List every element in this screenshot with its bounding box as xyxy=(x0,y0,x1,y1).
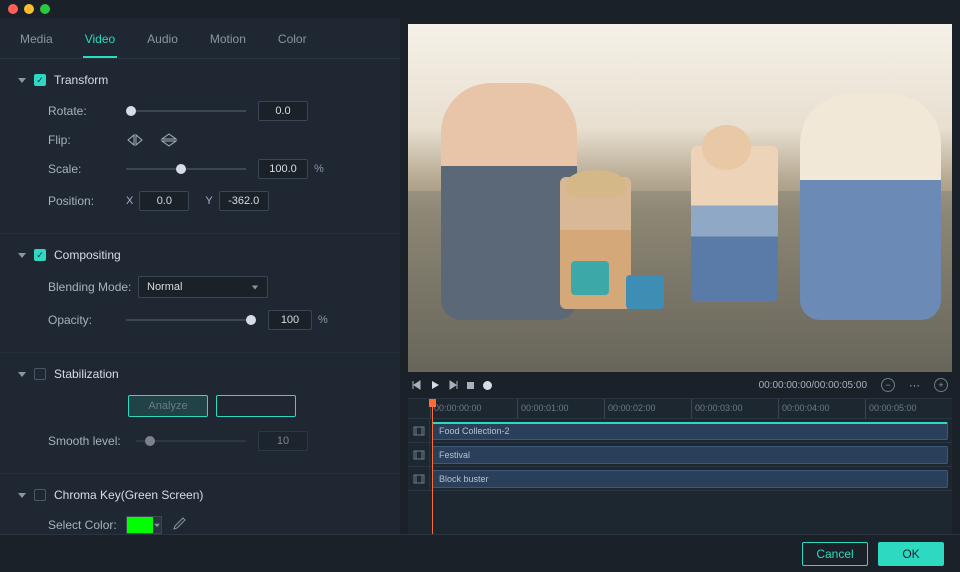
chroma-title: Chroma Key(Green Screen) xyxy=(54,488,203,502)
film-icon xyxy=(408,443,430,466)
position-y-field[interactable] xyxy=(219,191,269,211)
timeline-track[interactable]: Food Collection-2 xyxy=(408,419,952,443)
dialog-footer: Cancel OK xyxy=(0,534,960,572)
playhead[interactable] xyxy=(432,399,433,534)
ruler-tick: 00:00:04:00 xyxy=(778,399,865,418)
flip-vertical-icon[interactable] xyxy=(160,133,178,147)
rotate-label: Rotate: xyxy=(48,104,126,118)
section-chroma-key: Chroma Key(Green Screen) Select Color: O… xyxy=(0,474,400,534)
tab-audio[interactable]: Audio xyxy=(145,26,180,58)
flip-horizontal-icon[interactable] xyxy=(126,133,144,147)
ruler-tick: 00:00:01:00 xyxy=(517,399,604,418)
scale-slider[interactable] xyxy=(126,162,246,176)
stabilization-checkbox[interactable] xyxy=(34,368,46,380)
opacity-field[interactable] xyxy=(268,310,312,330)
timeline-clip[interactable]: Food Collection-2 xyxy=(432,422,948,440)
scale-field[interactable] xyxy=(258,159,308,179)
record-icon[interactable] xyxy=(483,381,492,390)
cancel-button[interactable]: Cancel xyxy=(802,542,868,566)
transform-title: Transform xyxy=(54,73,108,87)
window-minimize-button[interactable] xyxy=(24,4,34,14)
position-label: Position: xyxy=(48,194,126,208)
position-x-field[interactable] xyxy=(139,191,189,211)
next-frame-icon[interactable] xyxy=(448,380,458,390)
compositing-checkbox[interactable] xyxy=(34,249,46,261)
ruler-tick: 00:00:00:00 xyxy=(430,399,517,418)
tab-media[interactable]: Media xyxy=(18,26,55,58)
timeline[interactable]: 00:00:00:0000:00:01:0000:00:02:0000:00:0… xyxy=(408,398,952,534)
tab-color[interactable]: Color xyxy=(276,26,309,58)
chevron-down-icon[interactable] xyxy=(18,493,26,498)
color-swatch[interactable] xyxy=(126,516,162,534)
blending-label: Blending Mode: xyxy=(48,280,138,294)
timeline-clip[interactable]: Festival xyxy=(432,446,948,464)
ruler-tick: 00:00:02:00 xyxy=(604,399,691,418)
opacity-label: Opacity: xyxy=(48,313,126,327)
rotate-field[interactable] xyxy=(258,101,308,121)
tab-motion[interactable]: Motion xyxy=(208,26,248,58)
prev-frame-icon[interactable] xyxy=(412,380,422,390)
smooth-label: Smooth level: xyxy=(48,434,136,448)
zoom-out-icon[interactable]: − xyxy=(881,378,895,392)
chevron-down-icon[interactable] xyxy=(18,253,26,258)
rotate-slider[interactable] xyxy=(126,104,246,118)
chroma-checkbox[interactable] xyxy=(34,489,46,501)
properties-panel: Media Video Audio Motion Color Transform… xyxy=(0,18,400,534)
ok-button[interactable]: OK xyxy=(878,542,944,566)
ruler-tick: 00:00:03:00 xyxy=(691,399,778,418)
flip-label: Flip: xyxy=(48,133,126,147)
timeline-ruler[interactable]: 00:00:00:0000:00:01:0000:00:02:0000:00:0… xyxy=(408,399,952,419)
section-compositing: Compositing Blending Mode: Normal Opacit… xyxy=(0,234,400,353)
playback-controls: 00:00:00:00/00:00:05:00 − ⋯ + xyxy=(408,372,952,398)
smooth-slider[interactable] xyxy=(136,434,246,448)
transform-checkbox[interactable] xyxy=(34,74,46,86)
position-y-label: Y xyxy=(205,195,212,207)
stabilization-title: Stabilization xyxy=(54,367,119,381)
opacity-slider[interactable] xyxy=(126,313,256,327)
properties-tabs: Media Video Audio Motion Color xyxy=(0,18,400,59)
analyze-button[interactable]: Analyze xyxy=(128,395,208,417)
more-dots-icon[interactable]: ⋯ xyxy=(909,379,920,392)
stop-icon[interactable] xyxy=(466,381,475,390)
section-transform: Transform Rotate: Flip: Scale: xyxy=(0,59,400,234)
window-maximize-button[interactable] xyxy=(40,4,50,14)
blending-mode-dropdown[interactable]: Normal xyxy=(138,276,268,298)
chevron-down-icon[interactable] xyxy=(18,78,26,83)
window-titlebar xyxy=(0,0,960,18)
timeline-track[interactable]: Block buster xyxy=(408,467,952,491)
analyze-secondary-button[interactable] xyxy=(216,395,296,417)
zoom-in-icon[interactable]: + xyxy=(934,378,948,392)
scale-unit: % xyxy=(314,163,324,175)
chevron-down-icon xyxy=(154,523,160,527)
smooth-field[interactable] xyxy=(258,431,308,451)
window-close-button[interactable] xyxy=(8,4,18,14)
timecode-display: 00:00:00:00/00:00:05:00 xyxy=(759,380,867,391)
opacity-unit: % xyxy=(318,314,328,326)
chevron-down-icon[interactable] xyxy=(18,372,26,377)
scale-label: Scale: xyxy=(48,162,126,176)
tab-video[interactable]: Video xyxy=(83,26,117,58)
compositing-title: Compositing xyxy=(54,248,121,262)
eyedropper-icon[interactable] xyxy=(172,517,186,534)
ruler-tick: 00:00:05:00 xyxy=(865,399,952,418)
timeline-track[interactable]: Festival xyxy=(408,443,952,467)
film-icon xyxy=(408,419,430,442)
play-icon[interactable] xyxy=(430,380,440,390)
section-stabilization: Stabilization Analyze Smooth level: xyxy=(0,353,400,474)
timeline-clip[interactable]: Block buster xyxy=(432,470,948,488)
video-preview[interactable] xyxy=(408,24,952,372)
film-icon xyxy=(408,467,430,490)
chevron-down-icon xyxy=(252,285,258,289)
select-color-label: Select Color: xyxy=(48,518,126,532)
position-x-label: X xyxy=(126,195,133,207)
preview-and-timeline: 00:00:00:00/00:00:05:00 − ⋯ + 00:00:00:0… xyxy=(400,18,960,534)
